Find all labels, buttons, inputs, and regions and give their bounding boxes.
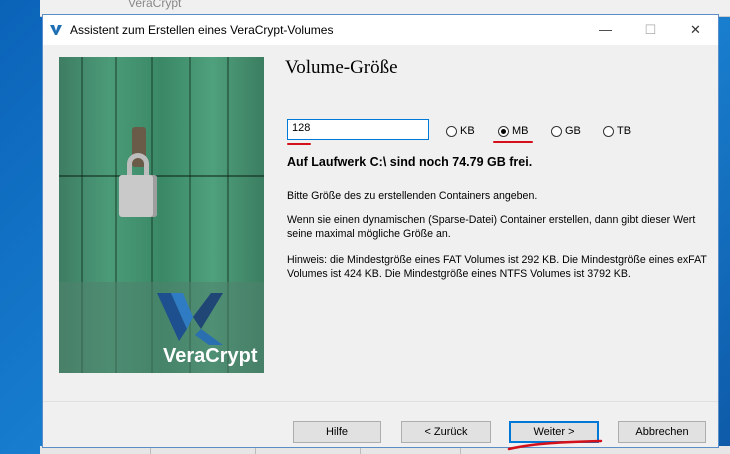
unit-radio-kb[interactable]: KB <box>446 124 475 138</box>
cancel-button[interactable]: Abbrechen <box>618 421 706 443</box>
annotation-underline <box>287 143 311 145</box>
close-button[interactable]: ✕ <box>673 15 718 45</box>
hint-size: Bitte Größe des zu erstellenden Containe… <box>287 190 538 202</box>
radio-circle <box>446 125 457 137</box>
unit-label: MB <box>512 125 529 137</box>
help-button[interactable]: Hilfe <box>293 421 381 443</box>
titlebar: Assistent zum Erstellen eines VeraCrypt-… <box>43 15 718 45</box>
wizard-banner-image: VeraCrypt <box>59 57 264 373</box>
annotation-scribble <box>507 439 603 451</box>
window-title: Assistent zum Erstellen eines VeraCrypt-… <box>70 23 334 37</box>
radio-circle-selected <box>498 125 509 137</box>
minimize-button[interactable]: — <box>583 15 628 45</box>
volume-creation-wizard-dialog: Assistent zum Erstellen eines VeraCrypt-… <box>42 14 719 451</box>
back-button[interactable]: < Zurück <box>401 421 491 443</box>
unit-label: GB <box>565 125 581 137</box>
unit-radio-tb[interactable]: TB <box>603 124 631 138</box>
background-window-title: VeraCrypt <box>128 0 182 10</box>
radio-circle <box>603 125 614 137</box>
hint-sparse: Wenn sie einen dynamischen (Sparse-Datei… <box>287 214 696 240</box>
annotation-underline <box>493 141 533 143</box>
hint-minimum-sizes: Hinweis: die Mindestgröße eines FAT Volu… <box>287 254 707 280</box>
page-title: Volume-Größe <box>285 57 398 78</box>
unit-radio-mb[interactable]: MB <box>498 124 529 138</box>
veracrypt-logo-icon <box>157 293 223 345</box>
footer-divider <box>43 401 718 402</box>
brand-name: VeraCrypt <box>163 345 258 367</box>
free-space-info: Auf Laufwerk C:\ sind noch 74.79 GB frei… <box>287 155 533 169</box>
unit-label: KB <box>460 125 475 137</box>
veracrypt-app-icon <box>50 25 62 35</box>
maximize-button[interactable]: ☐ <box>628 15 673 45</box>
radio-circle <box>551 125 562 137</box>
unit-radio-gb[interactable]: GB <box>551 124 581 138</box>
volume-size-input[interactable]: 128 <box>287 119 429 140</box>
padlock-icon <box>119 175 157 217</box>
unit-label: TB <box>617 125 632 137</box>
